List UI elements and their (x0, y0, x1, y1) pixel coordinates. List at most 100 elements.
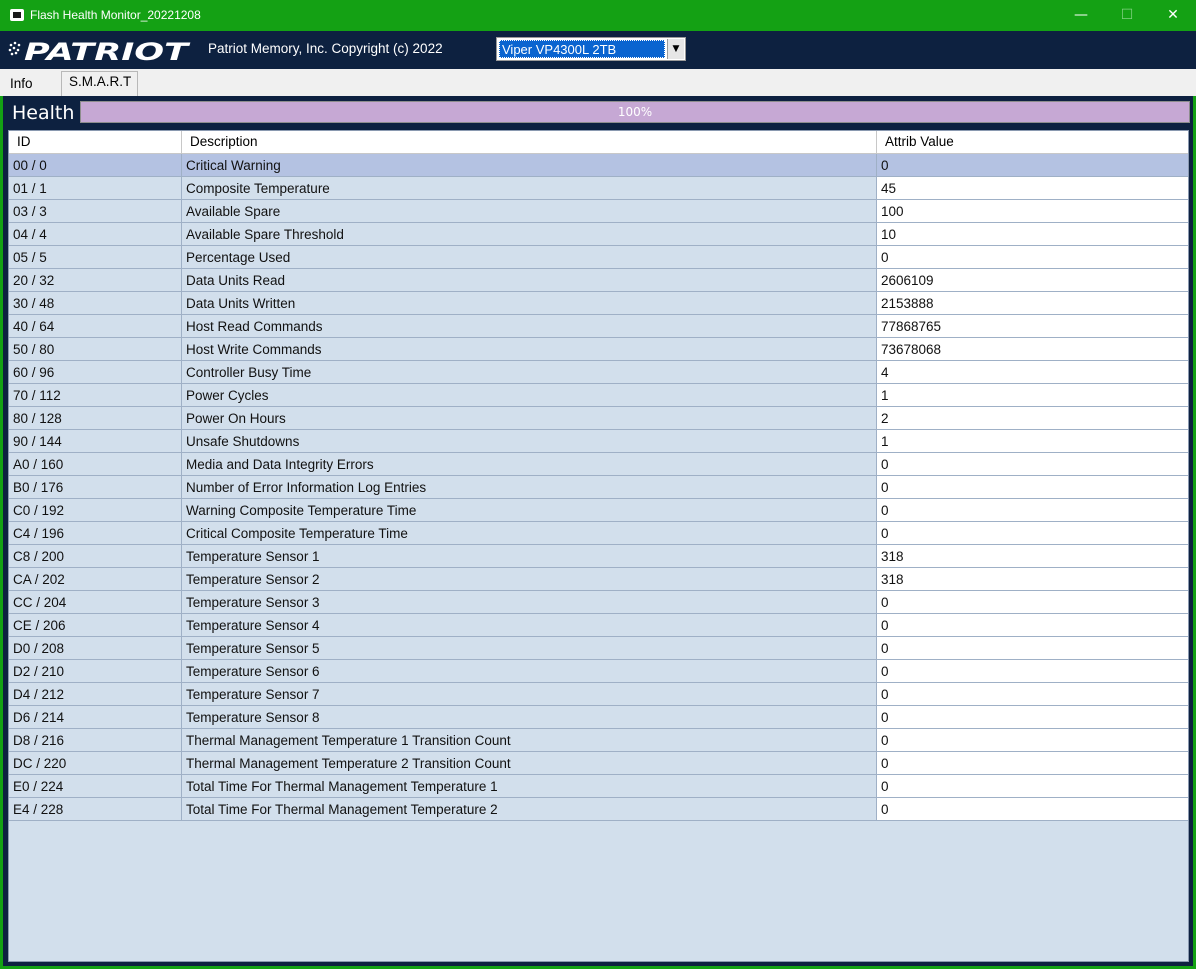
cell-id: D0 / 208 (9, 637, 182, 659)
smart-panel: Health 100% ID Description Attrib Value … (3, 96, 1193, 966)
table-row[interactable]: 80 / 128 Power On Hours 2 (9, 407, 1188, 430)
table-row[interactable]: 03 / 3 Available Spare 100 (9, 200, 1188, 223)
cell-attrib-value: 0 (877, 729, 1188, 751)
cell-id: 80 / 128 (9, 407, 182, 429)
cell-description: Power On Hours (182, 407, 877, 429)
cell-description: Critical Warning (182, 154, 877, 176)
cell-description: Power Cycles (182, 384, 877, 406)
cell-id: 00 / 0 (9, 154, 182, 176)
cell-description: Available Spare Threshold (182, 223, 877, 245)
table-row[interactable]: 01 / 1 Composite Temperature 45 (9, 177, 1188, 200)
table-row[interactable]: B0 / 176 Number of Error Information Log … (9, 476, 1188, 499)
table-row[interactable]: 50 / 80 Host Write Commands 73678068 (9, 338, 1188, 361)
cell-id: C0 / 192 (9, 499, 182, 521)
cell-attrib-value: 2153888 (877, 292, 1188, 314)
table-row[interactable]: C4 / 196 Critical Composite Temperature T… (9, 522, 1188, 545)
cell-id: 05 / 5 (9, 246, 182, 268)
table-row[interactable]: D0 / 208 Temperature Sensor 50 (9, 637, 1188, 660)
table-row[interactable]: C8 / 200 Temperature Sensor 1 318 (9, 545, 1188, 568)
cell-attrib-value: 0 (877, 752, 1188, 774)
table-row[interactable]: 30 / 48 Data Units Written 2153888 (9, 292, 1188, 315)
table-row[interactable]: E0 / 224 Total Time For Thermal Managemen… (9, 775, 1188, 798)
table-row[interactable]: 04 / 4 Available Spare Threshold 10 (9, 223, 1188, 246)
cell-attrib-value: 10 (877, 223, 1188, 245)
chevron-down-icon[interactable]: ▼ (667, 39, 684, 59)
cell-id: D8 / 216 (9, 729, 182, 751)
cell-id: C8 / 200 (9, 545, 182, 567)
cell-attrib-value: 0 (877, 683, 1188, 705)
cell-attrib-value: 0 (877, 775, 1188, 797)
cell-attrib-value: 2606109 (877, 269, 1188, 291)
cell-attrib-value: 1 (877, 384, 1188, 406)
table-row[interactable]: 20 / 32 Data Units Read 2606109 (9, 269, 1188, 292)
cell-description: Temperature Sensor 7 (182, 683, 877, 705)
cell-attrib-value: 318 (877, 545, 1188, 567)
table-row[interactable]: DC / 220 Thermal Management Temperature 2… (9, 752, 1188, 775)
table-row[interactable]: 70 / 112 Power Cycles 1 (9, 384, 1188, 407)
table-row[interactable]: CA / 202 Temperature Sensor 2 318 (9, 568, 1188, 591)
cell-description: Temperature Sensor 6 (182, 660, 877, 682)
cell-description: Data Units Written (182, 292, 877, 314)
cell-attrib-value: 1 (877, 430, 1188, 452)
cell-id: A0 / 160 (9, 453, 182, 475)
health-label: Health (12, 102, 75, 124)
cell-attrib-value: 0 (877, 499, 1188, 521)
title-bar[interactable]: Flash Health Monitor_20221208 — ☐ ✕ (0, 0, 1196, 31)
column-header-attrib-value[interactable]: Attrib Value (877, 131, 1188, 153)
cell-id: D2 / 210 (9, 660, 182, 682)
cell-id: 03 / 3 (9, 200, 182, 222)
table-row[interactable]: D6 / 214 Temperature Sensor 80 (9, 706, 1188, 729)
table-row[interactable]: A0 / 160 Media and Data Integrity Errors 0 (9, 453, 1188, 476)
cell-attrib-value: 0 (877, 706, 1188, 728)
cell-id: B0 / 176 (9, 476, 182, 498)
cell-attrib-value: 0 (877, 798, 1188, 820)
table-row[interactable]: E4 / 228 Total Time For Thermal Managemen… (9, 798, 1188, 821)
app-header: PATRIOT Patriot Memory, Inc. Copyright (… (0, 31, 1196, 69)
cell-id: 30 / 48 (9, 292, 182, 314)
cell-description: Host Write Commands (182, 338, 877, 360)
cell-id: 90 / 144 (9, 430, 182, 452)
cell-id: 40 / 64 (9, 315, 182, 337)
table-row[interactable]: 90 / 144 Unsafe Shutdowns 1 (9, 430, 1188, 453)
cell-description: Media and Data Integrity Errors (182, 453, 877, 475)
cell-id: D6 / 214 (9, 706, 182, 728)
table-row[interactable]: 60 / 96 Controller Busy Time 4 (9, 361, 1188, 384)
tab-smart[interactable]: S.M.A.R.T (61, 71, 138, 96)
cell-attrib-value: 0 (877, 522, 1188, 544)
cell-id: 50 / 80 (9, 338, 182, 360)
cell-description: Available Spare (182, 200, 877, 222)
cell-attrib-value: 0 (877, 637, 1188, 659)
table-row[interactable]: C0 / 192 Warning Composite Temperature Ti… (9, 499, 1188, 522)
cell-attrib-value: 77868765 (877, 315, 1188, 337)
cell-id: D4 / 212 (9, 683, 182, 705)
maximize-button[interactable]: ☐ (1104, 0, 1150, 31)
cell-id: CC / 204 (9, 591, 182, 613)
cell-id: E4 / 228 (9, 798, 182, 820)
cell-id: DC / 220 (9, 752, 182, 774)
logo-text: PATRIOT (24, 39, 190, 63)
table-row[interactable]: CC / 204 Temperature Sensor 30 (9, 591, 1188, 614)
tab-info[interactable]: Info (10, 76, 33, 91)
cell-attrib-value: 73678068 (877, 338, 1188, 360)
cell-description: Thermal Management Temperature 2 Transit… (182, 752, 877, 774)
cell-attrib-value: 0 (877, 453, 1188, 475)
column-header-description[interactable]: Description (182, 131, 877, 153)
column-header-id[interactable]: ID (9, 131, 182, 153)
table-row[interactable]: D8 / 216 Thermal Management Temperature 1… (9, 729, 1188, 752)
cell-id: CA / 202 (9, 568, 182, 590)
cell-id: C4 / 196 (9, 522, 182, 544)
table-row[interactable]: CE / 206 Temperature Sensor 40 (9, 614, 1188, 637)
table-body: 00 / 0 Critical Warning 0 01 / 1 Composite T… (9, 154, 1188, 821)
table-row[interactable]: 00 / 0 Critical Warning 0 (9, 154, 1188, 177)
cell-description: Thermal Management Temperature 1 Transit… (182, 729, 877, 751)
table-row[interactable]: 05 / 5 Percentage Used 0 (9, 246, 1188, 269)
table-row[interactable]: 40 / 64 Host Read Commands 77868765 (9, 315, 1188, 338)
cell-attrib-value: 45 (877, 177, 1188, 199)
cell-description: Host Read Commands (182, 315, 877, 337)
cell-attrib-value: 318 (877, 568, 1188, 590)
device-select[interactable]: Viper VP4300L 2TB ▼ (496, 37, 686, 61)
table-row[interactable]: D4 / 212 Temperature Sensor 70 (9, 683, 1188, 706)
table-row[interactable]: D2 / 210 Temperature Sensor 60 (9, 660, 1188, 683)
close-button[interactable]: ✕ (1150, 0, 1196, 31)
minimize-button[interactable]: — (1058, 0, 1104, 31)
